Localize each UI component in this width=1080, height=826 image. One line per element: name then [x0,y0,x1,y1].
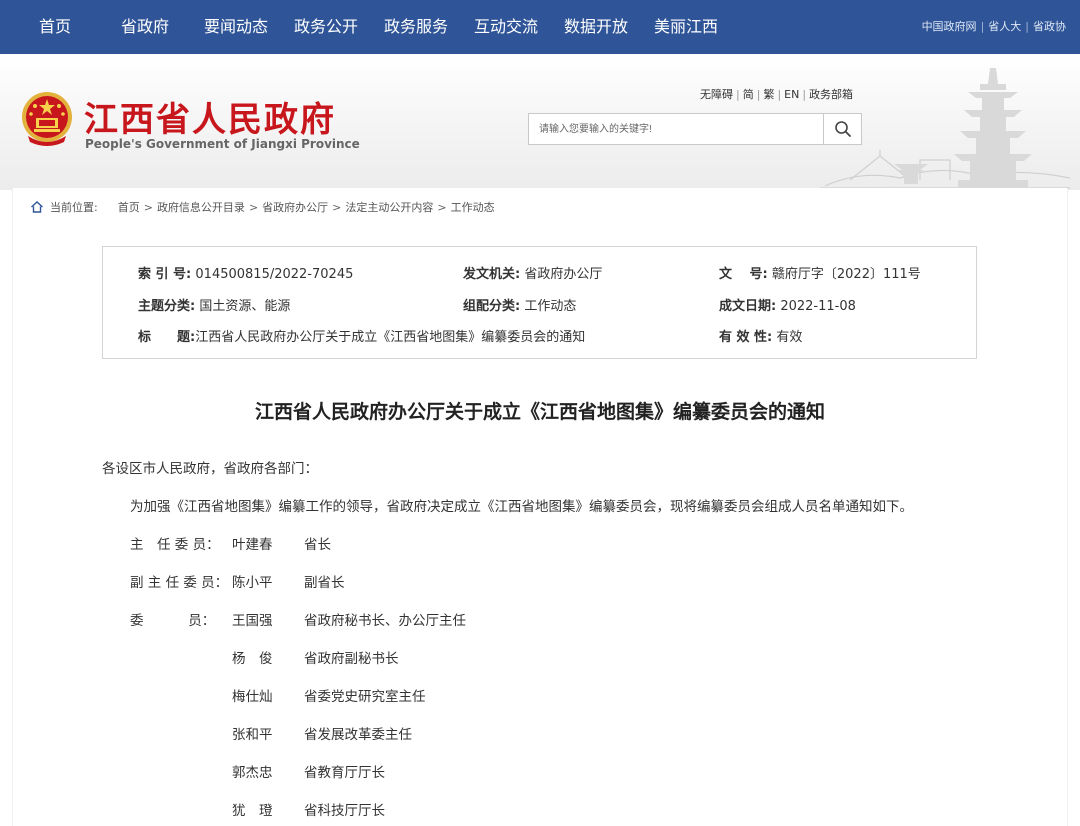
link-accessibility[interactable]: 无障碍 [700,88,733,101]
breadcrumb-item-office[interactable]: 省政府办公厅 [262,199,328,215]
breadcrumb-separator: > [332,200,342,214]
member-role: 委 员： [130,613,216,629]
breadcrumb: 当前位置: 首页 > 政府信息公开目录 > 省政府办公厅 > 法定主动公开内容 … [30,199,495,215]
member-role: 副 主 任 委 员： [130,575,229,591]
member-position: 省政府秘书长、办公厅主任 [304,613,466,629]
site-title[interactable]: 江西省人民政府 [84,92,336,141]
link-provincial-cppcc[interactable]: 省政协 [1033,20,1066,33]
link-traditional[interactable]: 繁 [763,88,774,101]
breadcrumb-separator: > [248,200,259,214]
meta-issuer: 发文机关: 省政府办公厅 [463,267,603,282]
nav-home[interactable]: 首页 [39,0,71,54]
national-emblem-icon [22,92,72,146]
link-english[interactable]: EN [784,88,799,101]
document-salutation: 各设区市人民政府，省政府各部门： [102,461,318,477]
link-provincial-congress[interactable]: 省人大 [988,20,1021,33]
member-name: 杨 俊 [232,651,273,667]
nav-government-affairs-open[interactable]: 政务公开 [294,0,358,54]
search-input[interactable] [529,114,823,144]
link-simplified[interactable]: 简 [743,88,754,101]
member-role: 主 任 委 员： [130,537,220,553]
nav-news[interactable]: 要闻动态 [204,0,268,54]
member-name: 叶建春 [232,537,273,553]
nav-beautiful-jiangxi[interactable]: 美丽江西 [654,0,718,54]
nav-government-services[interactable]: 政务服务 [384,0,448,54]
document-intro: 为加强《江西省地图集》编纂工作的领导，省政府决定成立《江西省地图集》编纂委员会，… [130,499,913,515]
link-china-gov[interactable]: 中国政府网 [922,20,977,33]
meta-date: 成文日期: 2022-11-08 [719,299,856,314]
breadcrumb-label: 当前位置: [50,201,98,214]
breadcrumb-item-home[interactable]: 首页 [118,199,140,215]
pavilion-illustration [820,68,1070,189]
breadcrumb-item-mandatory-disclosure[interactable]: 法定主动公开内容 [345,199,433,215]
site-header: 江西省人民政府 People's Government of Jiangxi P… [0,54,1080,190]
document-title: 江西省人民政府办公厅关于成立《江西省地图集》编纂委员会的通知 [254,401,825,423]
member-position: 省科技厅厅长 [304,803,385,819]
member-name: 张和平 [232,727,273,743]
search-box [528,113,862,145]
member-name: 梅仕灿 [232,689,273,705]
breadcrumb-item-work-news[interactable]: 工作动态 [451,199,495,215]
member-name: 王国强 [232,613,273,629]
member-position: 省发展改革委主任 [304,727,412,743]
meta-index-number: 索 引 号: 014500815/2022-70245 [138,267,354,282]
member-name: 犹 璒 [232,803,273,819]
home-icon [31,201,43,213]
member-position: 省委党史研究室主任 [304,689,426,705]
meta-document-number: 文 号: 赣府厅字〔2022〕111号 [719,267,921,282]
meta-group: 组配分类: 工作动态 [463,299,577,314]
breadcrumb-item-catalog[interactable]: 政府信息公开目录 [157,199,245,215]
meta-title: 标 题:江西省人民政府办公厅关于成立《江西省地图集》编纂委员会的通知 [138,330,586,345]
member-position: 副省长 [304,575,345,591]
member-name: 陈小平 [232,575,273,591]
member-position: 省政府副秘书长 [304,651,399,667]
member-name: 郭杰忠 [232,765,273,781]
member-position: 省长 [304,537,331,553]
breadcrumb-separator: > [143,200,153,214]
site-subtitle: People's Government of Jiangxi Province [85,137,360,151]
nav-open-data[interactable]: 数据开放 [564,0,628,54]
nav-provincial-government[interactable]: 省政府 [121,0,169,54]
top-external-links: 中国政府网 | 省人大 | 省政协 [921,20,1066,33]
nav-interaction[interactable]: 互动交流 [474,0,538,54]
meta-validity: 有 效 性: 有效 [719,330,803,345]
breadcrumb-separator: > [437,200,447,214]
meta-topic: 主题分类: 国土资源、能源 [138,299,291,314]
top-navigation-bar: 首页 省政府 要闻动态 政务公开 政务服务 互动交流 数据开放 美丽江西 中国政… [0,0,1080,54]
member-position: 省教育厅厅长 [304,765,385,781]
